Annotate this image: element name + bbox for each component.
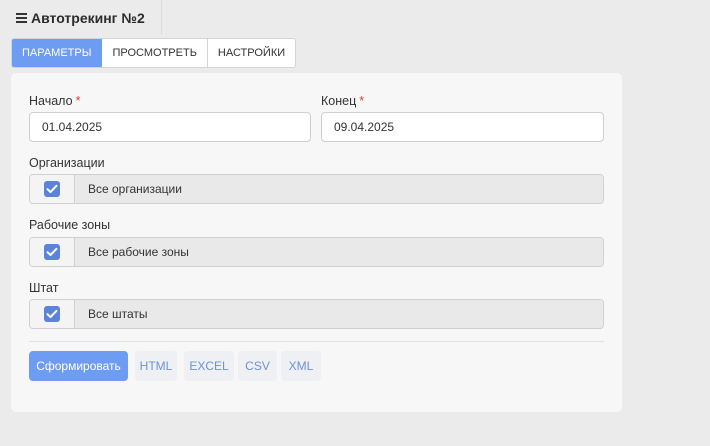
start-date-label: Начало * [29, 94, 80, 108]
staff-label: Штат [29, 281, 59, 295]
checkmark-icon [46, 247, 58, 256]
export-xml-button[interactable]: XML [281, 351, 321, 381]
organizations-selector[interactable]: Все организации [29, 174, 604, 204]
work-zones-checkbox[interactable] [44, 244, 60, 260]
staff-checkbox[interactable] [44, 306, 60, 322]
end-date-input[interactable] [321, 112, 604, 142]
page-header: Автотрекинг №2 [0, 0, 162, 35]
organizations-label: Организации [29, 156, 105, 170]
organizations-value: Все организации [75, 175, 603, 203]
checkmark-icon [46, 309, 58, 318]
staff-selector[interactable]: Все штаты [29, 299, 604, 329]
staff-value: Все штаты [75, 300, 603, 328]
parameters-card: Начало* Конец* Организации Все организац… [11, 73, 622, 412]
divider [29, 341, 604, 342]
required-mark: * [75, 94, 81, 108]
start-date-input[interactable] [29, 112, 311, 142]
export-html-button[interactable]: HTML [135, 351, 177, 381]
work-zones-selector[interactable]: Все рабочие зоны [29, 237, 604, 267]
tab-bar: ПАРАМЕТРЫ ПРОСМОТРЕТЬ НАСТРОЙКИ [11, 38, 297, 68]
export-excel-button[interactable]: EXCEL [184, 351, 234, 381]
work-zones-checkbox-cell[interactable] [30, 238, 75, 266]
tab-view[interactable]: ПРОСМОТРЕТЬ [102, 39, 208, 67]
work-zones-label: Рабочие зоны [29, 218, 111, 232]
tab-settings[interactable]: НАСТРОЙКИ [207, 39, 296, 67]
start-date-label-text: Начало [29, 94, 73, 108]
work-zones-value: Все рабочие зоны [75, 238, 603, 266]
checkmark-icon [46, 184, 58, 193]
end-date-label: Конец * [321, 94, 364, 108]
organizations-checkbox-cell[interactable] [30, 175, 75, 203]
organizations-checkbox[interactable] [44, 181, 60, 197]
export-csv-button[interactable]: CSV [238, 351, 277, 381]
staff-checkbox-cell[interactable] [30, 300, 75, 328]
end-date-label-text: Конец [321, 94, 357, 108]
generate-button[interactable]: Сформировать [29, 351, 128, 381]
menu-icon[interactable] [16, 13, 27, 23]
tab-parameters[interactable]: ПАРАМЕТРЫ [12, 39, 103, 67]
page-title: Автотрекинг №2 [31, 9, 145, 26]
required-mark: * [359, 94, 365, 108]
